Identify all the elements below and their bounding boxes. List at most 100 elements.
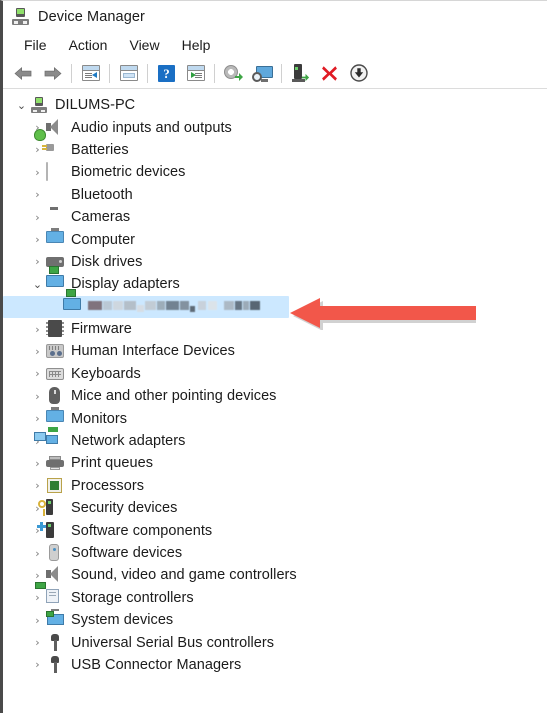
chevron-right-icon[interactable]: › (29, 615, 46, 626)
help-button[interactable]: ? (152, 60, 181, 86)
tree-node-software-components[interactable]: › Software components (3, 519, 547, 541)
storage-controller-icon (35, 581, 64, 607)
disable-device-button[interactable] (344, 60, 373, 86)
tree-node-label: Biometric devices (71, 164, 186, 181)
display-adapter-icon (46, 266, 64, 293)
speaker-icon (46, 118, 64, 137)
chevron-right-icon[interactable]: › (29, 256, 46, 267)
tree-node-label: Bluetooth (71, 186, 133, 203)
chevron-right-icon[interactable]: › (29, 413, 46, 424)
chevron-right-icon[interactable]: › (29, 548, 46, 559)
chevron-right-icon[interactable]: › (29, 167, 46, 178)
scan-for-hardware-changes-button[interactable] (248, 60, 277, 86)
toolbar-separator (147, 63, 148, 83)
network-adapter-icon (34, 427, 64, 450)
chevron-right-icon[interactable]: › (29, 458, 46, 469)
tree-node-computer[interactable]: › Computer (3, 227, 547, 250)
tree-node-network-adapters[interactable]: › Network adapters (3, 427, 547, 452)
forward-icon (44, 66, 62, 80)
battery-icon (34, 128, 64, 159)
device-manager-window: Device Manager File Action View Help ? ⌄… (0, 0, 547, 713)
tree-node-storage-controllers[interactable]: › Storage controllers (3, 581, 547, 609)
menu-file[interactable]: File (13, 35, 58, 55)
tree-node-label: Display adapters (71, 276, 180, 293)
tree-node-cameras[interactable]: › Cameras (3, 206, 547, 228)
tree-node-sound-video-and-game-controllers[interactable]: › Sound, video and game controllers (3, 564, 547, 586)
tree-node-software-devices[interactable]: › Software devices (3, 542, 547, 564)
tree-node-disk-drives[interactable]: › Disk drives (3, 251, 547, 273)
properties-button[interactable] (114, 60, 143, 86)
chevron-right-icon[interactable]: › (29, 189, 46, 200)
tree-node-audio-inputs-and-outputs[interactable]: › Audio inputs and outputs (3, 116, 547, 138)
tree-node-root[interactable]: ⌄ DILUMS-PC (3, 94, 547, 116)
toolbar-separator (71, 63, 72, 83)
tree-node-keyboards[interactable]: › Keyboards (3, 363, 547, 385)
firmware-chip-icon (46, 320, 64, 338)
show-hide-action-pane-button[interactable] (181, 60, 210, 86)
toolbar: ? (3, 58, 547, 89)
menu-action[interactable]: Action (58, 35, 119, 55)
display-adapter-icon (63, 288, 81, 316)
chevron-right-icon[interactable]: › (29, 480, 46, 491)
enable-device-icon (291, 64, 310, 82)
chevron-right-icon[interactable]: › (29, 592, 46, 603)
uninstall-device-button[interactable] (315, 60, 344, 86)
properties-icon (119, 65, 138, 81)
tree-node-universal-serial-bus-controllers[interactable]: › Universal Serial Bus controllers (3, 631, 547, 653)
tree-node-system-devices[interactable]: › System devices (3, 609, 547, 631)
tree-node-security-devices[interactable]: › Security devices (3, 497, 547, 519)
tree-node-selected-display-adapter[interactable] (3, 288, 289, 318)
tree-node-label: System devices (71, 612, 174, 629)
device-manager-icon (12, 8, 29, 25)
update-driver-button[interactable] (219, 60, 248, 86)
toolbar-separator (214, 63, 215, 83)
chevron-right-icon[interactable]: › (29, 368, 46, 379)
enable-device-button[interactable] (286, 60, 315, 86)
camera-icon (46, 208, 64, 226)
tree-node-label: Human Interface Devices (71, 343, 235, 360)
tree-node-biometric-devices[interactable]: › Biometric devices (3, 161, 547, 183)
scan-for-hardware-changes-icon (252, 65, 273, 82)
tree-node-label: Audio inputs and outputs (71, 119, 232, 136)
tree-node-print-queues[interactable]: › Print queues (3, 452, 547, 474)
chevron-right-icon[interactable]: › (29, 570, 46, 581)
chevron-right-icon[interactable]: › (29, 234, 46, 245)
menu-view[interactable]: View (118, 35, 170, 55)
system-device-icon (46, 609, 64, 629)
tree-node-label: Monitors (71, 410, 127, 427)
tree-node-usb-connector-managers[interactable]: › USB Connector Managers (3, 654, 547, 676)
menu-help[interactable]: Help (171, 35, 222, 55)
tree-node-batteries[interactable]: › Batteries (3, 128, 547, 161)
chevron-down-icon[interactable]: ⌄ (29, 279, 46, 290)
chevron-right-icon[interactable]: › (29, 659, 46, 670)
toolbar-separator (109, 63, 110, 83)
chevron-down-icon[interactable]: ⌄ (13, 100, 30, 111)
chevron-right-icon[interactable]: › (29, 637, 46, 648)
tree-node-human-interface-devices[interactable]: › Human Interface Devices (3, 340, 547, 362)
forward-button[interactable] (38, 60, 67, 86)
tree-node-bluetooth[interactable]: › Bluetooth (3, 184, 547, 206)
tree-node-mice-and-other-pointing-devices[interactable]: › Mice and other pointing devices (3, 385, 547, 407)
tree-node-label: Universal Serial Bus controllers (71, 634, 275, 651)
chevron-right-icon[interactable]: › (29, 212, 46, 223)
bluetooth-icon (46, 186, 64, 204)
tree-node-label: Disk drives (71, 253, 143, 270)
tree-node-processors[interactable]: › Processors (3, 475, 547, 497)
tree-node-firmware[interactable]: › Firmware (3, 318, 547, 340)
printer-icon (46, 454, 64, 472)
tree-node-monitors[interactable]: › Monitors (3, 406, 547, 429)
show-hide-console-tree-button[interactable] (76, 60, 105, 86)
tree-node-display-adapters[interactable]: ⌄ Display adapters (3, 266, 547, 295)
tree-node-label: Keyboards (71, 365, 141, 382)
speaker-icon (46, 566, 64, 584)
chevron-right-icon[interactable]: › (29, 324, 46, 335)
tree-node-label: Storage controllers (71, 589, 194, 606)
chevron-right-icon[interactable]: › (29, 346, 46, 357)
tree-node-label: Security devices (71, 500, 178, 517)
chevron-right-icon[interactable]: › (29, 391, 46, 402)
software-device-icon (46, 544, 64, 562)
device-tree: ⌄ DILUMS-PC › Audio inputs and outputs ›… (3, 89, 547, 677)
toolbar-separator (281, 63, 282, 83)
back-button[interactable] (9, 60, 38, 86)
tree-node-label: Mice and other pointing devices (71, 388, 277, 405)
